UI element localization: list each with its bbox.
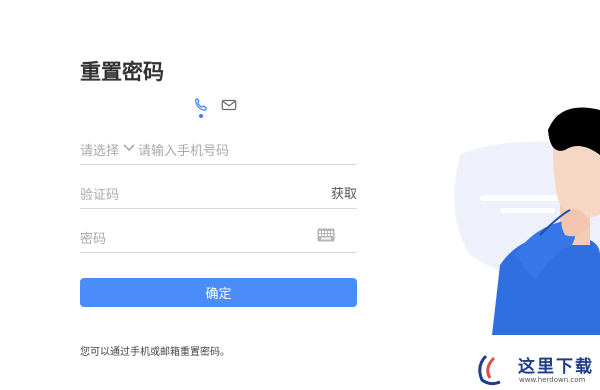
brand-url: www.herdown.com (519, 376, 586, 384)
get-code-button[interactable]: 获取 (331, 183, 357, 202)
brand-name: 这里下载 (518, 357, 594, 377)
country-code-select[interactable]: 请选择 (80, 140, 119, 159)
mail-icon[interactable] (220, 96, 238, 114)
reset-method-tabs (192, 96, 240, 120)
person-thinking-illustration (454, 107, 600, 335)
keyboard-icon[interactable] (317, 228, 335, 242)
reset-hint-text: 您可以通过手机或邮箱重置密码。 (80, 347, 230, 358)
phone-field[interactable]: 请选择 请输入手机号码 (80, 134, 357, 165)
confirm-button[interactable]: 确定 (80, 278, 357, 307)
verification-code-field[interactable]: 验证码 获取 (80, 178, 357, 209)
verification-code-input[interactable]: 验证码 (80, 184, 119, 203)
password-field[interactable]: 密码 (80, 222, 357, 253)
phone-icon[interactable] (192, 96, 210, 114)
active-tab-indicator (199, 114, 203, 118)
password-input[interactable]: 密码 (80, 228, 106, 247)
chevron-down-icon[interactable] (122, 141, 136, 155)
phone-input[interactable]: 请输入手机号码 (138, 140, 229, 159)
page-title: 重置密码 (80, 60, 164, 84)
